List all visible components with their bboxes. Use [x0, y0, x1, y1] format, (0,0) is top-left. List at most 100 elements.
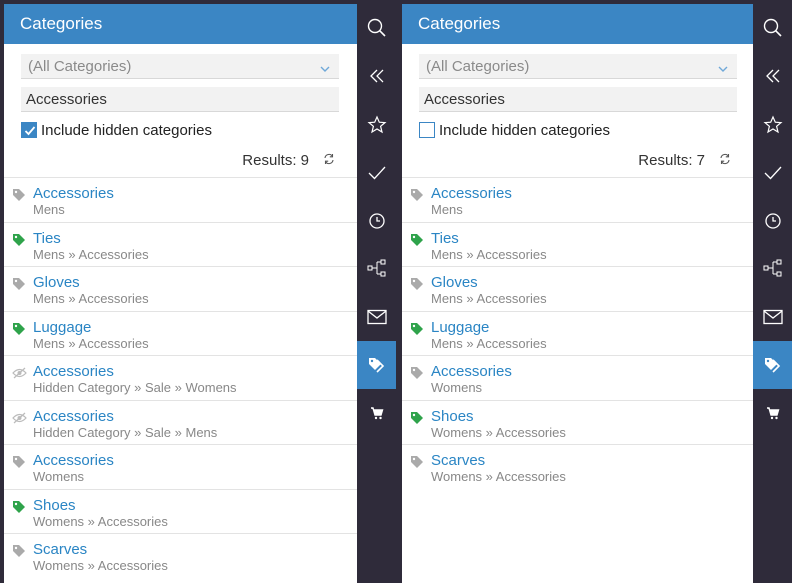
list-item[interactable]: Gloves Mens » Accessories	[402, 266, 753, 311]
category-tag-icon	[367, 356, 387, 374]
category-path: Mens » Accessories	[33, 291, 149, 306]
check-icon	[763, 163, 783, 183]
chevron-down-icon	[319, 58, 331, 83]
refresh-icon[interactable]	[719, 152, 731, 169]
category-filter-select[interactable]: (All Categories)	[419, 54, 737, 79]
tag-icon	[12, 322, 26, 341]
category-path: Womens	[33, 469, 85, 484]
category-name[interactable]: Gloves	[33, 274, 80, 291]
category-name[interactable]: Shoes	[431, 408, 474, 425]
list-item[interactable]: Scarves Womens » Accessories	[4, 533, 357, 578]
include-hidden-row[interactable]: Include hidden categories	[21, 121, 212, 139]
clock-button[interactable]	[753, 201, 792, 241]
list-item[interactable]: Shoes Womens » Accessories	[4, 488, 357, 534]
category-path: Mens » Accessories	[33, 246, 149, 262]
hierarchy-button[interactable]	[753, 248, 792, 288]
tag-icon	[410, 233, 424, 252]
tag-icon	[410, 411, 424, 430]
list-item[interactable]: Accessories Hidden Category » Sale » Mens	[4, 399, 357, 445]
tag-icon	[12, 455, 26, 474]
results-label: Results: 9	[242, 152, 309, 169]
category-filter-value: (All Categories)	[28, 58, 132, 75]
collapse-icon	[764, 67, 782, 85]
category-name[interactable]: Ties	[431, 230, 459, 247]
mail-icon	[366, 309, 387, 325]
mail-button[interactable]	[753, 297, 792, 337]
list-item[interactable]: Accessories Hidden Category » Sale » Wome…	[4, 355, 357, 400]
category-name[interactable]: Accessories	[33, 452, 114, 469]
category-name[interactable]: Accessories	[33, 363, 114, 380]
category-name[interactable]: Accessories	[431, 363, 512, 380]
category-name[interactable]: Luggage	[431, 319, 489, 336]
category-name[interactable]: Accessories	[33, 408, 114, 425]
tag-icon	[410, 455, 424, 474]
check-icon	[367, 163, 387, 183]
check-button[interactable]	[753, 153, 792, 193]
search-button[interactable]	[753, 8, 792, 48]
hierarchy-button[interactable]	[357, 248, 396, 288]
tag-icon	[410, 366, 424, 385]
mail-button[interactable]	[357, 297, 396, 337]
page-title: Categories	[4, 4, 357, 44]
list-item[interactable]: Accessories Womens	[4, 444, 357, 489]
right-panel: Categories (All Categories) Include hidd…	[396, 0, 792, 583]
list-item[interactable]: Gloves Mens » Accessories	[4, 266, 357, 311]
star-icon	[366, 115, 387, 135]
clock-icon	[764, 212, 782, 230]
include-hidden-checkbox[interactable]	[21, 122, 37, 138]
star-button[interactable]	[357, 105, 396, 145]
collapse-button[interactable]	[357, 56, 396, 96]
include-hidden-row[interactable]: Include hidden categories	[419, 121, 610, 139]
category-name[interactable]: Luggage	[33, 319, 91, 336]
list-item[interactable]: Shoes Womens » Accessories	[402, 399, 753, 445]
cart-icon	[370, 406, 384, 420]
star-button[interactable]	[753, 105, 792, 145]
category-name[interactable]: Accessories	[33, 185, 114, 202]
collapse-icon	[368, 67, 386, 85]
category-path: Mens » Accessories	[431, 291, 547, 306]
category-name[interactable]: Ties	[33, 230, 61, 247]
category-name[interactable]: Scarves	[431, 452, 485, 469]
category-name[interactable]: Accessories	[431, 185, 512, 202]
list-item[interactable]: Ties Mens » Accessories	[4, 221, 357, 267]
list-item[interactable]: Scarves Womens » Accessories	[402, 444, 753, 489]
search-button[interactable]	[357, 8, 396, 48]
list-item[interactable]: Ties Mens » Accessories	[402, 221, 753, 267]
mail-icon	[762, 309, 783, 325]
category-path: Womens	[431, 380, 483, 395]
page-title: Categories	[402, 4, 753, 44]
clock-icon	[368, 212, 386, 230]
list-item[interactable]: Accessories Mens	[4, 177, 357, 222]
include-hidden-checkbox[interactable]	[419, 122, 435, 138]
category-name[interactable]: Shoes	[33, 497, 76, 514]
category-tag-button[interactable]	[357, 341, 396, 389]
category-path: Womens » Accessories	[33, 558, 168, 573]
include-hidden-label: Include hidden categories	[41, 121, 212, 139]
category-filter-select[interactable]: (All Categories)	[21, 54, 339, 79]
tag-icon	[12, 277, 26, 296]
list-item[interactable]: Accessories Womens	[402, 355, 753, 400]
category-name[interactable]: Scarves	[33, 541, 87, 558]
search-input[interactable]	[419, 87, 737, 112]
cart-button[interactable]	[357, 393, 396, 433]
cart-button[interactable]	[753, 393, 792, 433]
search-icon	[762, 17, 784, 39]
category-tag-button[interactable]	[753, 341, 792, 389]
side-rail	[753, 0, 792, 583]
list-item[interactable]: Accessories Mens	[402, 177, 753, 222]
include-hidden-label: Include hidden categories	[439, 121, 610, 139]
hidden-eye-icon	[12, 411, 27, 430]
category-name[interactable]: Gloves	[431, 274, 478, 291]
list-item[interactable]: Luggage Mens » Accessories	[4, 310, 357, 356]
refresh-icon[interactable]	[323, 152, 335, 169]
check-button[interactable]	[357, 153, 396, 193]
search-input[interactable]	[21, 87, 339, 112]
collapse-button[interactable]	[753, 56, 792, 96]
category-filter-value: (All Categories)	[426, 58, 530, 75]
clock-button[interactable]	[357, 201, 396, 241]
list-item[interactable]: Luggage Mens » Accessories	[402, 310, 753, 356]
tag-icon	[12, 233, 26, 252]
star-icon	[762, 115, 783, 135]
category-path: Mens » Accessories	[431, 246, 547, 262]
category-list: Accessories Mens Ties Mens » Accessories Glo…	[402, 177, 753, 489]
